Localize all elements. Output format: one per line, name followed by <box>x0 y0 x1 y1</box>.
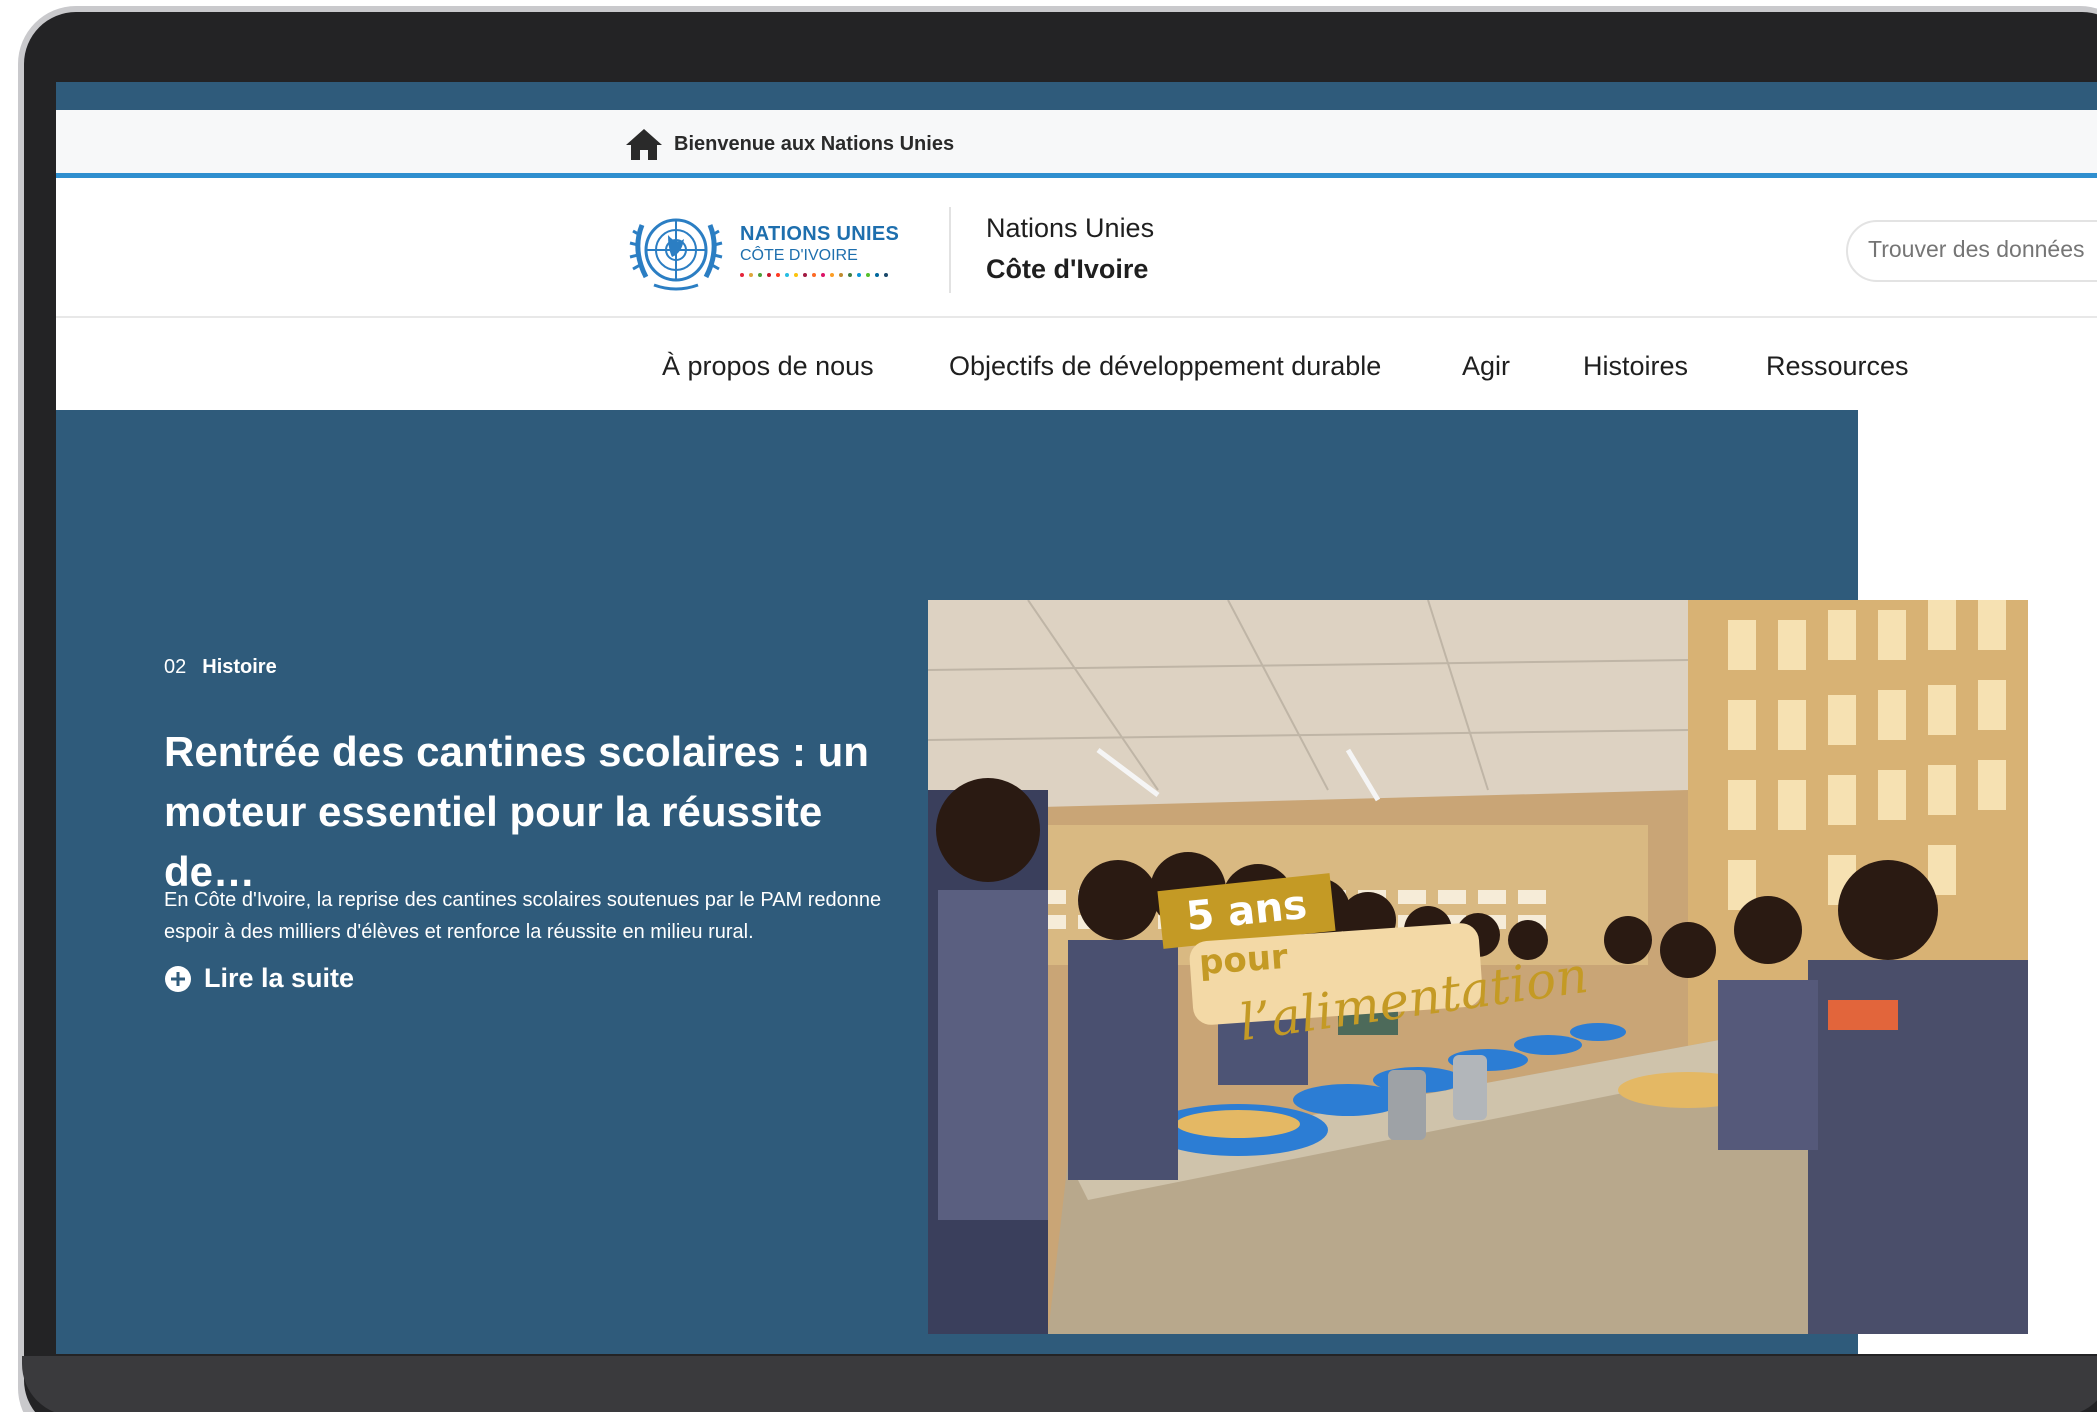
main-nav: À propos de nous Objectifs de développem… <box>56 319 2097 410</box>
site-logo[interactable]: NATIONS UNIES CÔTE D'IVOIRE <box>624 205 899 295</box>
nav-item-act[interactable]: Agir <box>1462 351 1510 382</box>
story-kicker: 02 Histoire <box>164 656 277 679</box>
laptop-stage: Bienvenue aux Nations Unies NATIONS UNIE… <box>0 0 2097 1412</box>
welcome-link[interactable]: Bienvenue aux Nations Unies <box>624 126 954 162</box>
logo-main-text: NATIONS UNIES <box>740 223 900 245</box>
story-summary: En Côte d'Ivoire, la reprise des cantine… <box>164 889 882 943</box>
un-emblem-icon <box>629 218 723 291</box>
site-header: NATIONS UNIES CÔTE D'IVOIRE Nations Unie… <box>56 183 2097 318</box>
site-title-line2: Côte d'Ivoire <box>986 254 1149 284</box>
site-title: Nations Unies Côte d'Ivoire <box>986 213 1154 285</box>
site-title-line1: Nations Unies <box>986 213 1155 243</box>
nav-item-about[interactable]: À propos de nous <box>662 351 874 382</box>
nav-item-stories[interactable]: Histoires <box>1583 351 1688 382</box>
welcome-bar: Bienvenue aux Nations Unies <box>56 110 2097 178</box>
logo-sub-text: CÔTE D'IVOIRE <box>740 247 858 264</box>
browser-screen: Bienvenue aux Nations Unies NATIONS UNIE… <box>56 82 2097 1354</box>
welcome-label: Bienvenue aux Nations Unies <box>674 132 955 155</box>
read-more-label: Lire la suite <box>204 963 355 993</box>
nav-item-resources[interactable]: Ressources <box>1766 351 1909 382</box>
badge-pour: pour <box>1197 936 1289 984</box>
home-icon <box>626 129 662 160</box>
logo-text: NATIONS UNIES CÔTE D'IVOIRE <box>740 223 899 277</box>
search-input[interactable] <box>1868 236 2097 263</box>
sdg-color-dots <box>740 273 899 277</box>
story-index: 02 <box>164 656 187 678</box>
story-headline[interactable]: Rentrée des cantines scolaires : un mote… <box>164 722 924 902</box>
laptop-bottom-bezel <box>22 1356 2097 1412</box>
story-category: Histoire <box>202 656 277 678</box>
read-more-link[interactable]: Lire la suite <box>164 963 354 994</box>
top-strip <box>56 82 2097 110</box>
nav-item-sdg[interactable]: Objectifs de développement durable <box>949 351 1381 382</box>
plus-circle-icon <box>165 965 191 992</box>
search-box <box>1846 220 2097 282</box>
logo-divider <box>949 207 951 293</box>
